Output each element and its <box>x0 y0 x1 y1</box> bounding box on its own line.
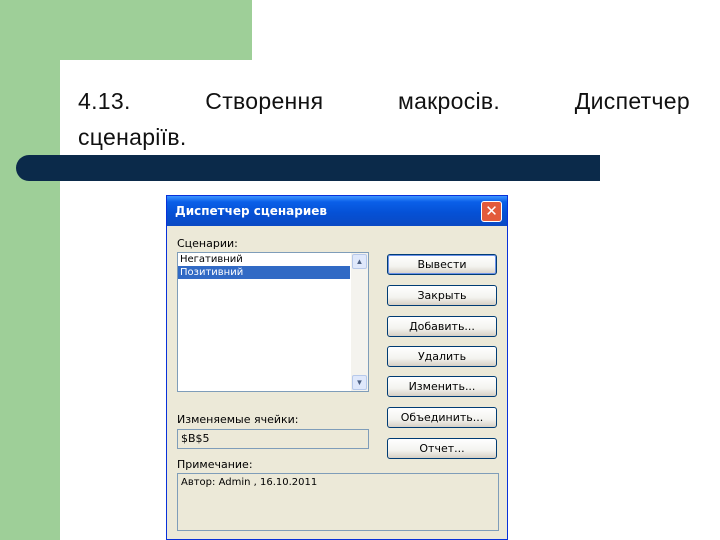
title-word: Створення <box>205 88 324 114</box>
show-button[interactable]: Вывести <box>387 254 497 275</box>
dialog-title-bar[interactable]: Диспетчер сценариев ✕ <box>167 196 507 226</box>
summary-button[interactable]: Отчет... <box>387 438 497 459</box>
close-button[interactable]: Закрыть <box>387 285 497 306</box>
add-button[interactable]: Добавить... <box>387 316 497 337</box>
merge-button[interactable]: Объединить... <box>387 407 497 428</box>
changing-cells-label: Изменяемые ячейки: <box>177 413 299 426</box>
scenarios-label: Сценарии: <box>177 237 238 250</box>
dialog-title: Диспетчер сценариев <box>175 204 328 218</box>
listbox-scrollbar[interactable]: ▲ ▼ <box>351 253 368 391</box>
close-icon[interactable]: ✕ <box>481 201 502 222</box>
scenarios-listbox[interactable]: Негативний Позитивний ▲ ▼ <box>177 252 369 392</box>
list-item-selected[interactable]: Позитивний <box>178 266 350 279</box>
title-underline-bar <box>16 155 600 181</box>
decorative-green-strip-left <box>0 0 60 540</box>
scenario-manager-dialog: Диспетчер сценариев ✕ Сценарии: Негативн… <box>166 195 508 540</box>
changing-cells-field[interactable]: $B$5 <box>177 429 369 449</box>
note-label: Примечание: <box>177 458 253 471</box>
slide-title-line-2: сценаріїв. <box>78 124 187 150</box>
slide-title-line-1: 4.13. Створення макросів. Диспетчер <box>78 88 690 115</box>
title-word: Диспетчер <box>574 88 690 114</box>
edit-button[interactable]: Изменить... <box>387 376 497 397</box>
title-word: 4.13. <box>78 88 131 114</box>
list-item[interactable]: Негативний <box>178 253 350 266</box>
note-field[interactable]: Автор: Admin , 16.10.2011 <box>177 473 499 531</box>
scroll-down-icon[interactable]: ▼ <box>352 375 367 390</box>
scroll-up-icon[interactable]: ▲ <box>352 254 367 269</box>
delete-button[interactable]: Удалить <box>387 346 497 367</box>
title-word: макросів. <box>397 88 501 114</box>
